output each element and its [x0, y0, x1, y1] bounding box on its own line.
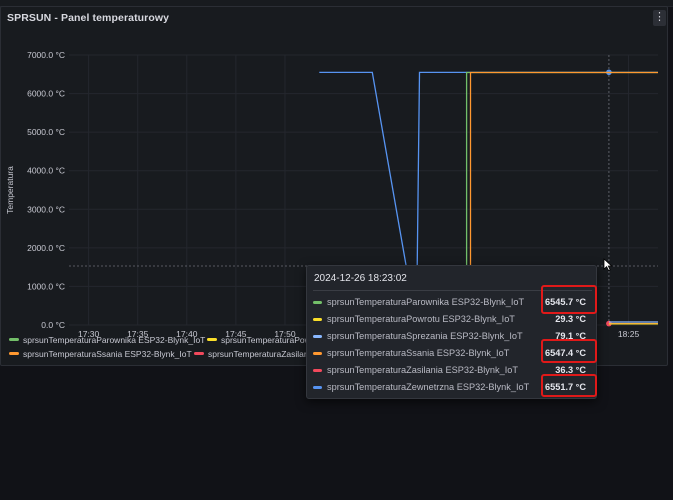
y-tick-label: 3000.0 °C: [27, 204, 65, 214]
legend-swatch: [207, 338, 217, 342]
legend-swatch: [9, 338, 19, 342]
series-swatch: [313, 301, 322, 304]
series-tooltip: 2024-12-26 18:23:02 sprsunTemperaturaPar…: [306, 265, 597, 399]
series-name: sprsunTemperaturaParownika ESP32-Blynk_I…: [327, 297, 525, 307]
series-swatch: [313, 352, 322, 355]
y-tick-label: 6000.0 °C: [27, 89, 65, 99]
legend-swatch: [194, 352, 204, 356]
legend-swatch: [9, 352, 19, 356]
legend-label: sprsunTemperaturaParownika ESP32-Blynk_I…: [23, 335, 206, 345]
series-name: sprsunTemperaturaSprezania ESP32-Blynk_I…: [327, 331, 523, 341]
y-tick-label: 5000.0 °C: [27, 127, 65, 137]
tooltip-row: sprsunTemperaturaPowrotu ESP32-Blynk_IoT…: [313, 313, 592, 327]
y-axis-label: Temperatura: [5, 166, 15, 214]
highlight-box: [541, 285, 597, 314]
y-tick-label: 4000.0 °C: [27, 166, 65, 176]
x-tick-label: 18:25: [618, 329, 640, 339]
series-value: 29.3 °C: [555, 314, 586, 324]
series-swatch: [313, 369, 322, 372]
series-name: sprsunTemperaturaPowrotu ESP32-Blynk_IoT: [327, 314, 515, 324]
y-tick-label: 7000.0 °C: [27, 50, 65, 60]
y-tick-label: 1000.0 °C: [27, 281, 65, 291]
series-name: sprsunTemperaturaSsania ESP32-Blynk_IoT: [327, 348, 510, 358]
y-tick-label: 2000.0 °C: [27, 243, 65, 253]
legend-item-ssania[interactable]: sprsunTemperaturaSsania ESP32-Blynk_IoT: [9, 349, 192, 359]
y-tick-label: 0.0 °C: [41, 320, 65, 330]
legend-item-parownika[interactable]: sprsunTemperaturaParownika ESP32-Blynk_I…: [9, 335, 205, 345]
tooltip-timestamp: 2024-12-26 18:23:02: [314, 273, 407, 284]
series-name: sprsunTemperaturaZewnetrzna ESP32-Blynk_…: [327, 382, 530, 392]
mouse-cursor-icon: [603, 258, 613, 272]
highlight-box: [541, 374, 597, 397]
series-swatch: [313, 318, 322, 321]
series-name: sprsunTemperaturaZasilania ESP32-Blynk_I…: [327, 365, 518, 375]
legend-label: sprsunTemperaturaSsania ESP32-Blynk_IoT: [23, 349, 192, 359]
series-swatch: [313, 335, 322, 338]
highlight-box: [541, 339, 597, 363]
series-swatch: [313, 386, 322, 389]
